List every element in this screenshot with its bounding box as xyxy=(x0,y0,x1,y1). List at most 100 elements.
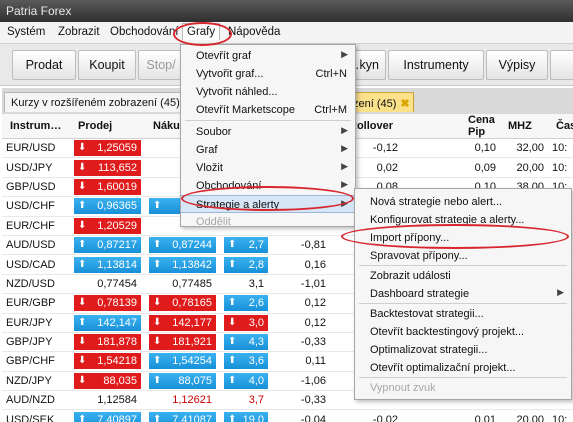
charts-menu-item[interactable]: Vytvořit náhled... xyxy=(181,83,355,101)
sell-price-cell[interactable]: ⬆ 0,87217 xyxy=(70,235,145,256)
arrow-up-icon: ⬆ xyxy=(228,413,237,422)
col-header-pip-price[interactable]: Cena Pip xyxy=(460,114,500,139)
buy-button[interactable]: Koupit xyxy=(78,50,136,80)
sell-price-cell[interactable]: 1,12584 xyxy=(70,390,145,411)
sell-price-cell-value: 1,12584 xyxy=(74,392,141,409)
arrow-up-icon: ⬆ xyxy=(78,239,87,251)
strategy-menu-item[interactable]: Import přípony... xyxy=(355,229,571,247)
sell-price-cell[interactable]: 0,77454 xyxy=(70,274,145,295)
strategy-menu-item[interactable]: Otevřít optimalizační projekt... xyxy=(355,359,571,377)
charts-menu-item[interactable]: Otevřít graf ▶ xyxy=(181,47,355,65)
buy-price-cell[interactable]: ⬇ 0,78165 xyxy=(145,293,220,314)
spread-value: ⬆ 2,7 xyxy=(224,237,268,254)
buy-price-cell[interactable]: ⬆ 1,54254 xyxy=(145,351,220,372)
sell-price-cell[interactable]: ⬇ 1,20529 xyxy=(70,216,145,236)
arrow-down-icon: ⬇ xyxy=(153,336,162,348)
sell-price-cell[interactable]: ⬇ 88,035 xyxy=(70,371,145,392)
buy-price-cell-text: 1,13842 xyxy=(172,258,212,271)
buy-price-cell-text: 0,77485 xyxy=(172,277,212,290)
strategy-menu-item[interactable]: Konfigurovat strategie a alerty... xyxy=(355,211,571,229)
strategy-menu-item[interactable]: Optimalizovat strategii... xyxy=(355,341,571,359)
buy-price-cell[interactable]: ⬇ 142,177 xyxy=(145,313,220,333)
sell-price-cell-text: 0,77454 xyxy=(97,277,137,290)
spread-cell: 3,1 xyxy=(220,274,272,295)
spread-text: 2,8 xyxy=(248,258,264,271)
statements-button[interactable]: Výpisy xyxy=(486,50,548,80)
tab-rates-active-label: zení (45) xyxy=(353,98,397,110)
table-row[interactable]: USD/SEK ⬆ 7,40897 ⬆ 7,41087 ⬆ 19,0 -0,04 -0,02 0,… xyxy=(2,409,573,422)
symbol-cell: USD/CHF xyxy=(2,196,70,217)
arrow-up-icon: ⬆ xyxy=(153,258,162,270)
col-header-symbol[interactable]: Instrum… xyxy=(2,114,70,139)
chevron-right-icon: ▶ xyxy=(557,287,564,297)
rollover-buy-cell: -0,33 xyxy=(272,390,330,411)
strategy-menu-item: Vypnout zvuk xyxy=(355,379,571,397)
strategy-menu-item[interactable]: Spravovat přípony... xyxy=(355,247,571,265)
buy-price-cell[interactable]: ⬇ 181,921 xyxy=(145,332,220,353)
buy-price-cell[interactable]: 0,77485 xyxy=(145,274,220,295)
spread-cell: ⬆ 4,0 xyxy=(220,371,272,392)
buy-price-cell[interactable]: ⬆ 1,13842 xyxy=(145,254,220,275)
strategy-menu-item[interactable]: Nová strategie nebo alert... xyxy=(355,193,571,211)
stop-button[interactable]: Stop/ xyxy=(138,50,184,80)
menu-trading[interactable]: Obchodování xyxy=(110,26,178,38)
charts-menu-item[interactable]: Otevřít Marketscope Ctrl+M xyxy=(181,101,355,119)
menu-charts[interactable]: Grafy xyxy=(182,23,221,40)
symbol-cell: NZD/JPY xyxy=(2,371,70,392)
menu-item-label: Obchodování xyxy=(196,180,262,192)
spread-value: ⬆ 3,6 xyxy=(224,353,268,370)
charts-menu: Otevřít graf ▶ Vytvořit graf... Ctrl+N Vytvo… xyxy=(180,44,356,228)
col-header-mhz[interactable]: MHZ xyxy=(500,114,548,139)
sell-button[interactable]: Prodat xyxy=(12,50,76,80)
rollover-buy-cell: -0,04 xyxy=(272,409,330,422)
sell-price-cell[interactable]: ⬆ 0,96365 xyxy=(70,196,145,217)
menu-item-label: Otevřít Marketscope xyxy=(196,104,296,116)
chevron-right-icon: ▶ xyxy=(341,49,348,59)
buy-price-cell[interactable]: 1,12621 xyxy=(145,390,220,411)
menu-help[interactable]: Nápověda xyxy=(228,26,280,38)
menu-system[interactable]: Systém xyxy=(7,26,45,38)
sell-price-cell[interactable]: ⬇ 1,60019 xyxy=(70,177,145,198)
sell-price-cell[interactable]: ⬇ 181,878 xyxy=(70,332,145,353)
strategy-menu-item[interactable]: Zobrazit události xyxy=(355,267,571,285)
sell-price-cell[interactable]: ⬇ 0,78139 xyxy=(70,293,145,314)
col-header-time[interactable]: Čas xyxy=(548,114,573,139)
menu-item-label: Otevřít optimalizační projekt... xyxy=(370,362,516,374)
charts-menu-item[interactable]: Graf ▶ xyxy=(181,141,355,159)
charts-menu-item[interactable]: Soubor ▶ xyxy=(181,123,355,141)
charts-menu-item[interactable]: Strategie a alerty ▶ xyxy=(181,195,355,213)
buy-price-cell-value: ⬆ 7,41087 xyxy=(149,411,216,422)
buy-price-cell[interactable]: ⬆ 7,41087 xyxy=(145,409,220,422)
sell-price-cell[interactable]: ⬆ 1,13814 xyxy=(70,254,145,275)
mhz-cell: 20,00 xyxy=(500,409,548,422)
sell-price-cell[interactable]: ⬇ 1,25059 xyxy=(70,138,145,159)
pip-price-cell: 0,01 xyxy=(460,409,500,422)
arrow-down-icon: ⬇ xyxy=(78,219,87,231)
menu-item-label: Backtestovat strategii... xyxy=(370,308,484,320)
sell-price-cell[interactable]: ⬇ 113,652 xyxy=(70,157,145,178)
close-icon[interactable]: ✖ xyxy=(400,98,409,110)
charts-menu-item[interactable]: Vytvořit graf... Ctrl+N xyxy=(181,65,355,83)
sell-price-cell[interactable]: ⬆ 7,40897 xyxy=(70,409,145,422)
more-button[interactable] xyxy=(550,50,573,80)
tab-rates-active[interactable]: zení (45) ✖ xyxy=(348,92,414,112)
col-header-sell[interactable]: Prodej xyxy=(70,114,145,139)
spread-value: ⬆ 2,6 xyxy=(224,295,268,312)
charts-menu-item[interactable]: Vložit ▶ xyxy=(181,159,355,177)
arrow-up-icon: ⬆ xyxy=(78,258,87,270)
strategy-menu-item[interactable]: Backtestovat strategii... xyxy=(355,305,571,323)
instruments-button[interactable]: Instrumenty xyxy=(388,50,484,80)
buy-price-cell[interactable]: ⬆ 88,075 xyxy=(145,371,220,392)
strategy-menu-item[interactable]: Otevřít backtestingový projekt... xyxy=(355,323,571,341)
sell-price-cell[interactable]: ⬇ 1,54218 xyxy=(70,351,145,372)
col-header-blank[interactable] xyxy=(402,114,460,139)
sell-price-cell[interactable]: ⬆ 142,147 xyxy=(70,313,145,333)
charts-menu-item[interactable]: Obchodování ▶ xyxy=(181,177,355,195)
buy-price-cell[interactable]: ⬆ 0,87244 xyxy=(145,235,220,256)
sell-price-cell-text: 7,40897 xyxy=(97,413,137,422)
strategy-menu-item[interactable]: Dashboard strategie ▶ xyxy=(355,285,571,303)
tab-rates-extended[interactable]: Kurzy v rozšířeném zobrazení (45) xyxy=(4,92,186,112)
menu-view[interactable]: Zobrazit xyxy=(58,26,100,38)
blank-cell xyxy=(402,157,460,178)
sell-price-cell-text: 0,78139 xyxy=(97,297,137,310)
